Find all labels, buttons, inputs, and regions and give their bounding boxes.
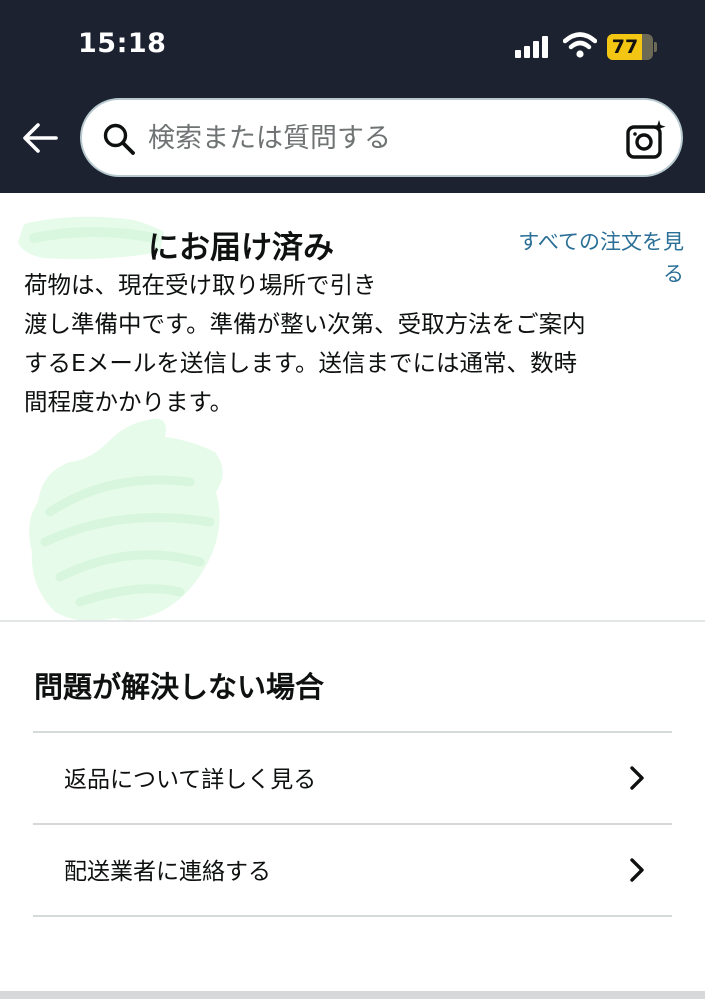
search-bar[interactable] [80, 98, 683, 177]
delivery-status-title: にお届け済み [24, 222, 334, 267]
status-time: 15:18 [78, 28, 167, 59]
delivery-description: 荷物は、現在受け取り場所で引き 渡し準備中です。準備が整い次第、受取方法をご案内… [24, 266, 684, 422]
description-line: 間程度かかります。 [24, 388, 234, 416]
search-input[interactable] [148, 114, 608, 162]
description-line: 渡し準備中です。準備が整い次第、受取方法をご案内 [24, 310, 586, 338]
section-divider [0, 620, 705, 622]
chevron-right-icon [630, 766, 644, 790]
redaction-scribble [29, 418, 223, 621]
contact-carrier-row[interactable]: 配送業者に連絡する [33, 825, 672, 915]
delivery-status-text: にお届け済み [148, 230, 334, 266]
chevron-right-icon [630, 858, 644, 882]
camera-lens-icon[interactable] [625, 118, 667, 160]
back-arrow-icon[interactable] [20, 118, 60, 158]
battery-icon: 77 [607, 34, 657, 60]
wifi-icon [563, 32, 597, 58]
app-header: 15:18 77 [0, 0, 705, 193]
help-section-title: 問題が解決しない場合 [34, 670, 325, 704]
all-orders-link-line1[interactable]: すべての注文を見 [484, 226, 684, 258]
cellular-signal-icon [515, 36, 551, 58]
return-info-label: 返品について詳しく見る [64, 767, 317, 793]
battery-level: 77 [611, 36, 639, 58]
bottom-divider [0, 991, 705, 999]
search-icon [103, 123, 135, 155]
description-line: 荷物は、現在受け取り場所で引き [24, 271, 377, 299]
description-line: するEメールを送信します。送信までには通常、数時 [24, 349, 577, 377]
row-divider [33, 915, 672, 917]
return-info-row[interactable]: 返品について詳しく見る [33, 733, 672, 823]
contact-carrier-label: 配送業者に連絡する [64, 859, 271, 885]
